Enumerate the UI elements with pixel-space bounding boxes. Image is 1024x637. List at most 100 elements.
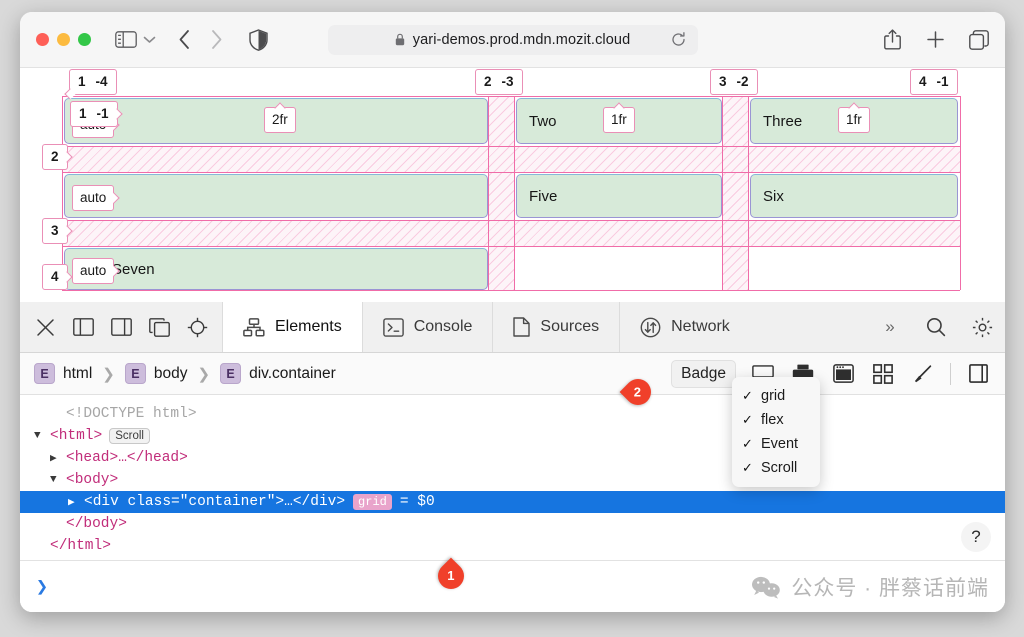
grid-track-size-row-2: auto: [72, 185, 115, 211]
forward-arrow-icon[interactable]: [209, 29, 223, 51]
tab-elements[interactable]: Elements: [222, 302, 362, 352]
tab-network[interactable]: Network: [619, 302, 750, 352]
grid-cell-label: Five: [529, 187, 558, 205]
minimize-window-button[interactable]: [57, 33, 70, 46]
grid-badge[interactable]: grid: [353, 494, 392, 510]
check-icon: ✓: [742, 436, 753, 451]
wechat-icon: [751, 575, 781, 599]
breadcrumb-right-actions: Badge: [671, 359, 991, 388]
breadcrumb-item-html[interactable]: E html: [34, 363, 92, 384]
tab-sources[interactable]: Sources: [492, 302, 619, 352]
devtools-panel: Elements Console Sources Network » E htm…: [20, 302, 1005, 612]
grid-squares-icon[interactable]: [870, 361, 896, 387]
dropdown-item-grid[interactable]: ✓ grid: [732, 384, 820, 408]
dom-tree: <!DOCTYPE html> ▼ <html> Scroll ▶ <head>…: [20, 395, 1005, 560]
dropdown-item-scroll[interactable]: ✓ Scroll: [732, 456, 820, 480]
tab-label: Elements: [275, 318, 342, 335]
dropdown-item-label: Event: [761, 436, 799, 452]
breadcrumb-item-div-container[interactable]: E div.container: [220, 363, 336, 384]
address-bar[interactable]: yari-demos.prod.mdn.mozit.cloud: [327, 24, 698, 55]
chevron-down-icon[interactable]: [141, 29, 157, 51]
dropdown-item-label: Scroll: [761, 460, 798, 476]
twisty-icon[interactable]: ▶: [68, 495, 84, 509]
dom-line-body[interactable]: ▼ <body>: [20, 469, 1005, 491]
dropdown-item-label: grid: [761, 388, 786, 404]
dom-tag: <html>: [50, 428, 103, 444]
dom-line-html-close: </html>: [20, 535, 1005, 557]
check-icon: ✓: [742, 388, 753, 403]
share-icon[interactable]: [882, 29, 903, 51]
screenshot-root: yari-demos.prod.mdn.mozit.cloud Two Thre…: [0, 0, 1024, 637]
dropdown-item-label: flex: [761, 412, 784, 428]
grid-column-label-1: 1 -4: [69, 69, 117, 95]
watermark-text: 公众号 · 胖蔡话前端: [791, 576, 989, 600]
overflow-tabs-button[interactable]: »: [867, 302, 913, 353]
close-window-button[interactable]: [36, 33, 49, 46]
grid-column-line-4: [960, 96, 961, 290]
back-arrow-icon[interactable]: [177, 29, 191, 51]
element-badge: E: [34, 363, 55, 384]
dock-right-icon[interactable]: [102, 302, 140, 353]
dom-tag: </html>: [50, 538, 111, 554]
badge-button[interactable]: Badge: [671, 359, 736, 388]
privacy-shield-icon[interactable]: [247, 28, 269, 51]
breadcrumb-label: body: [153, 364, 188, 382]
grid-track-size-col-3: 1fr: [838, 107, 870, 133]
search-icon[interactable]: [913, 302, 959, 353]
twisty-icon[interactable]: ▶: [50, 451, 66, 465]
grid-row-line-2a: [62, 146, 960, 147]
dock-window-icon[interactable]: [140, 302, 178, 353]
devtools-tool-buttons: [20, 302, 222, 352]
split-panel-icon[interactable]: [965, 361, 991, 387]
devtools-toolbar: Elements Console Sources Network »: [20, 302, 1005, 353]
help-button[interactable]: ?: [961, 522, 991, 552]
page-viewport: Two Three Five Six Seven 1 -4 2 -3 3 -2 …: [20, 68, 1005, 302]
console-input-bar[interactable]: ❯ 公众号 · 胖蔡话前端: [20, 560, 1005, 612]
check-icon: ✓: [742, 460, 753, 475]
inspect-picker-icon[interactable]: [178, 302, 216, 353]
twisty-icon[interactable]: ▼: [50, 474, 66, 486]
reload-icon[interactable]: [671, 32, 686, 47]
elements-icon: [243, 317, 265, 337]
paintbrush-icon[interactable]: [910, 361, 936, 387]
console-icon: [382, 317, 404, 337]
tab-label: Network: [671, 318, 730, 335]
grid-row-label-3: 3: [42, 218, 68, 244]
maximize-window-button[interactable]: [78, 33, 91, 46]
new-tab-plus-icon[interactable]: [925, 29, 946, 51]
grid-row-label-2: 2: [42, 144, 68, 170]
browser-window: yari-demos.prod.mdn.mozit.cloud Two Thre…: [20, 12, 1005, 612]
breadcrumb-item-body[interactable]: E body: [124, 363, 188, 384]
tab-overview-icon[interactable]: [968, 29, 989, 51]
dom-line-div-container[interactable]: ▶ <div class="container">…</div> grid = …: [20, 491, 1005, 513]
grid-column-label-2: 2 -3: [475, 69, 523, 95]
breadcrumb-separator: ❯: [102, 365, 115, 383]
console-prompt-icon: ❯: [36, 576, 49, 600]
dom-tag: </body>: [66, 516, 127, 532]
dropdown-item-flex[interactable]: ✓ flex: [732, 408, 820, 432]
gear-icon[interactable]: [959, 302, 1005, 353]
dom-line-html[interactable]: ▼ <html> Scroll: [20, 425, 1005, 447]
devtools-toolbar-right: »: [867, 302, 1005, 352]
grid-column-label-3: 3 -2: [710, 69, 758, 95]
dock-left-icon[interactable]: [64, 302, 102, 353]
toolbar-divider: [950, 362, 951, 385]
grid-row-line-3b: [62, 246, 960, 247]
breadcrumb-label: div.container: [249, 364, 336, 382]
close-icon[interactable]: [26, 302, 64, 353]
dropdown-item-event[interactable]: ✓ Event: [732, 432, 820, 456]
badge-dropdown-menu[interactable]: ✓ grid ✓ flex ✓ Event ✓ Scroll: [732, 377, 820, 487]
window-controls: [36, 33, 91, 46]
sidebar-toggle-icon[interactable]: [113, 29, 139, 51]
scroll-badge[interactable]: Scroll: [109, 428, 150, 444]
dom-line-doctype: <!DOCTYPE html>: [20, 403, 1005, 425]
grid-column-line-2b: [514, 96, 515, 290]
dom-line-head[interactable]: ▶ <head>…</head>: [20, 447, 1005, 469]
twisty-icon[interactable]: ▼: [34, 430, 50, 442]
window-icon[interactable]: [830, 361, 856, 387]
dom-tag: <head>…</head>: [66, 450, 188, 466]
network-icon: [640, 317, 661, 338]
tab-console[interactable]: Console: [361, 302, 493, 352]
grid-cell-label: Six: [763, 187, 784, 205]
selected-node-ref: = $0: [399, 494, 435, 510]
